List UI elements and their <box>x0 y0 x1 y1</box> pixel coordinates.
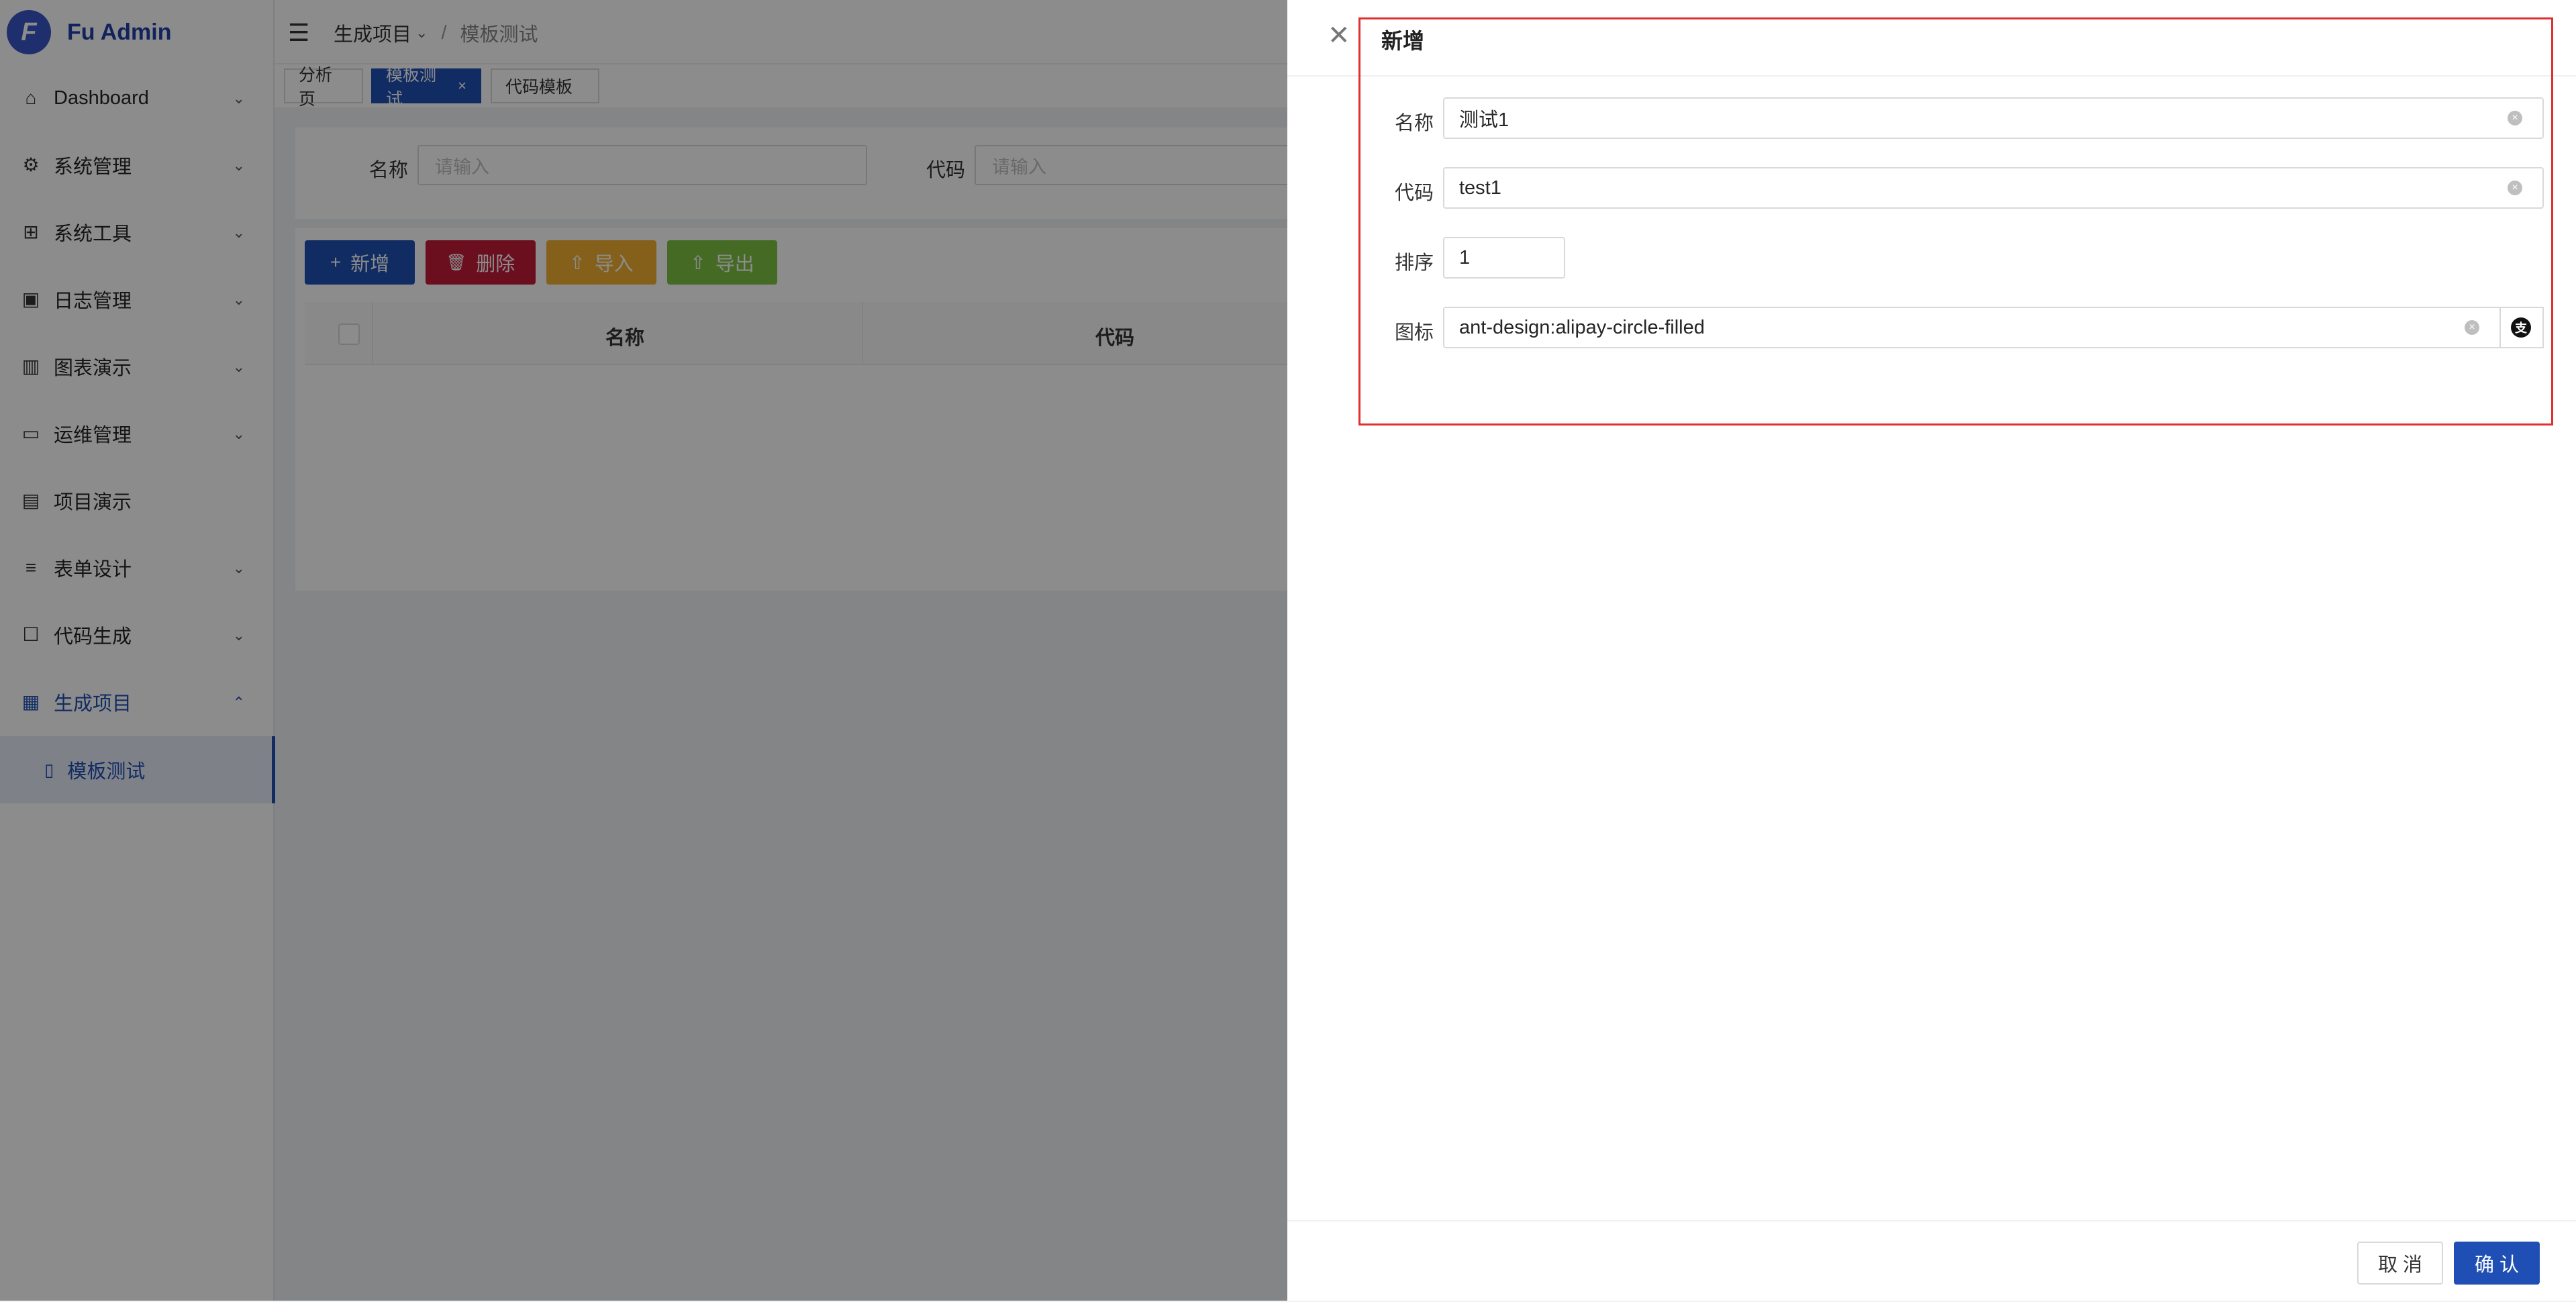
highlight-box <box>1358 17 2553 425</box>
drawer-footer: 取 消 确 认 <box>1287 1220 2576 1302</box>
close-icon[interactable]: ✕ <box>1328 20 1350 51</box>
cancel-button[interactable]: 取 消 <box>2357 1242 2443 1285</box>
confirm-button[interactable]: 确 认 <box>2454 1242 2540 1285</box>
